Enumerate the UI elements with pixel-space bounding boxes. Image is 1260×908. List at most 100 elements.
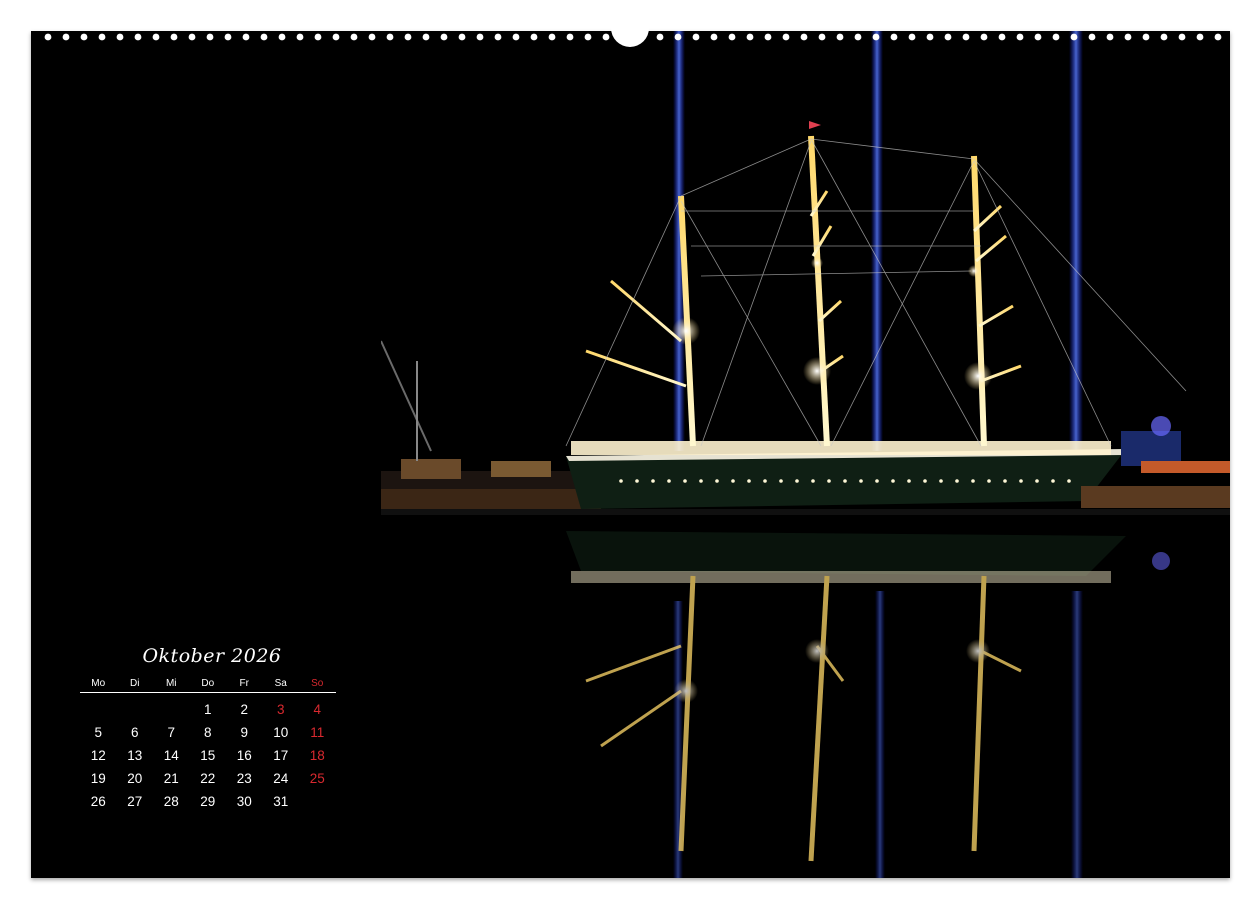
day-cell: 9 [240, 725, 248, 740]
weekday-header: So [311, 678, 324, 689]
binding-hole [350, 33, 358, 41]
binding-hole [242, 33, 250, 41]
weekday-header: Sa [274, 678, 287, 689]
day-cell: 19 [90, 771, 106, 786]
day-cell: 1 [203, 702, 212, 717]
binding-hole [656, 33, 664, 41]
day-cell: 3 [276, 702, 285, 717]
binding-hole [926, 33, 934, 41]
binding-hole [818, 33, 826, 41]
day-cell: 5 [94, 725, 102, 740]
binding-hole [944, 33, 952, 41]
day-cell: 6 [130, 725, 139, 740]
porthole-light [763, 479, 767, 483]
binding-hole [1106, 33, 1114, 41]
binding-hole [980, 33, 988, 41]
empty-day-cell [80, 698, 117, 721]
binding-hole [458, 33, 466, 41]
binding-hole [476, 33, 484, 41]
binding-hole [278, 33, 286, 41]
binding-hole [836, 33, 844, 41]
day-cell: 12 [90, 748, 106, 763]
binding-hole [1178, 33, 1186, 41]
hull [566, 441, 1126, 509]
month-calendar: Oktober 2026 Mo Di Mi Do Fr Sa So 1 2 3 4 5 6 7 8 9 10 11… [80, 645, 336, 813]
weekday-header: Do [201, 678, 215, 689]
binding-hole [548, 33, 556, 41]
binding-hole [332, 33, 340, 41]
day-cell: 8 [203, 725, 212, 740]
binding-hole [782, 33, 790, 41]
binding-hole [44, 33, 52, 41]
binding-hole [1034, 33, 1042, 41]
binding-hole [188, 33, 196, 41]
binding-hole [1196, 33, 1204, 41]
binding-hole [584, 33, 592, 41]
porthole-light [715, 479, 719, 483]
day-cell: 25 [309, 771, 325, 786]
binding-hole [80, 33, 88, 41]
day-cell: 18 [309, 748, 325, 763]
porthole-light [667, 479, 671, 483]
binding-hole [224, 33, 232, 41]
binding-hole [134, 33, 142, 41]
binding-hole [386, 33, 394, 41]
binding-hole [368, 33, 376, 41]
binding-hole [602, 33, 610, 41]
binding-hole [152, 33, 160, 41]
day-cell: 2 [240, 702, 248, 717]
day-cell: 7 [167, 725, 175, 740]
weekday-header: Fr [239, 678, 249, 689]
binding-hole [998, 33, 1006, 41]
weekday-header: Mo [91, 678, 106, 689]
calendar-grid: Mo Di Mi Do Fr Sa So 1 2 3 4 5 6 7 8 9 10 11 12 13 14 15 16 17 1… [80, 677, 336, 813]
day-cell: 16 [236, 748, 252, 763]
porthole-light [811, 479, 815, 483]
binding-hole [872, 33, 880, 41]
porthole-light [795, 479, 799, 483]
binding-hole [674, 33, 682, 41]
porthole-light [939, 479, 943, 483]
day-cell: 23 [236, 771, 252, 786]
porthole-light [1035, 479, 1039, 483]
porthole-light [1019, 479, 1023, 483]
binding-hole [422, 33, 430, 41]
porthole-light [875, 479, 879, 483]
water-line [381, 509, 1230, 515]
porthole-light [1051, 479, 1055, 483]
binding-hole [1052, 33, 1060, 41]
porthole-light [987, 479, 991, 483]
month-title: Oktober 2026 [142, 645, 282, 667]
binding-hole [62, 33, 70, 41]
binding-hole [206, 33, 214, 41]
empty-day-cell [153, 698, 190, 721]
porthole-light [955, 479, 959, 483]
binding-hole [494, 33, 502, 41]
binding-hole [728, 33, 736, 41]
day-cell: 17 [273, 748, 289, 763]
porthole-light [1003, 479, 1007, 483]
day-cell: 15 [200, 748, 216, 763]
binding-hole [170, 33, 178, 41]
binding-hole [404, 33, 412, 41]
porthole-light [635, 479, 639, 483]
day-cell: 11 [310, 725, 325, 740]
binding-hole [962, 33, 970, 41]
binding-hole [1142, 33, 1150, 41]
binding-hole [908, 33, 916, 41]
binding-hole [854, 33, 862, 41]
weekday-header: Di [130, 678, 140, 689]
day-cell: 14 [163, 748, 179, 763]
binding-hole [566, 33, 574, 41]
day-cell: 28 [163, 794, 179, 809]
day-cell: 13 [127, 748, 143, 763]
porthole-light [923, 479, 927, 483]
porthole-light [779, 479, 783, 483]
porthole-light [891, 479, 895, 483]
day-cell: 22 [200, 771, 216, 786]
binding-hole [1088, 33, 1096, 41]
binding-hole [746, 33, 754, 41]
porthole-light [619, 479, 623, 483]
day-cell: 26 [90, 794, 106, 809]
porthole-light [1067, 479, 1071, 483]
